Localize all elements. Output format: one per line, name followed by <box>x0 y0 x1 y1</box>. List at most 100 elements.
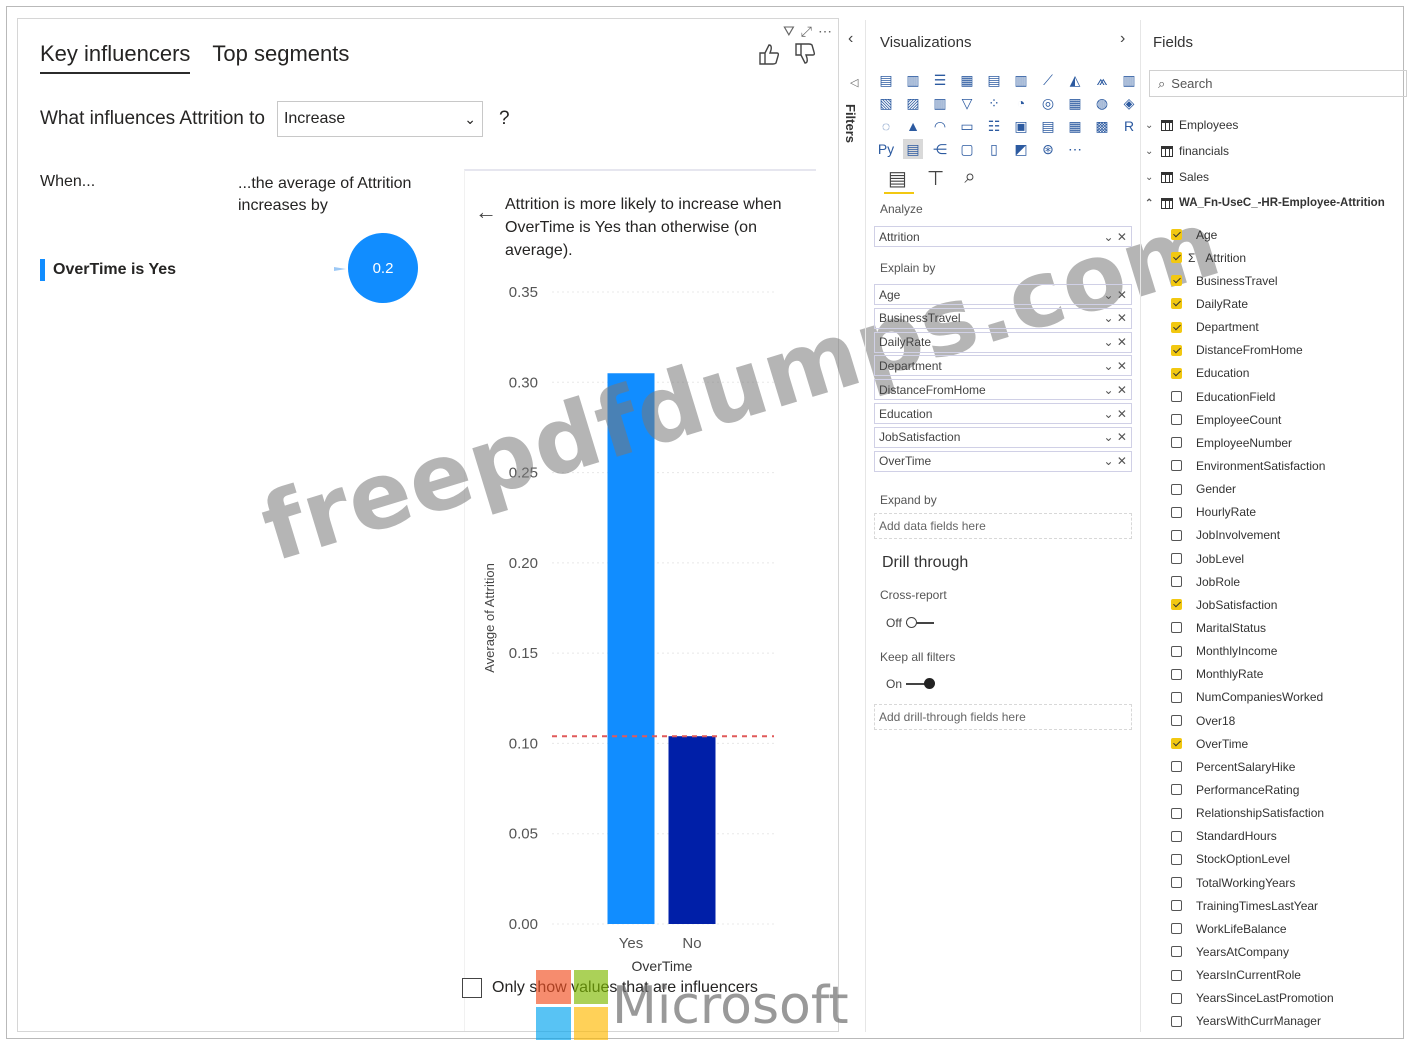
narrative-icon[interactable]: ▯ <box>984 139 1004 159</box>
direction-dropdown[interactable]: Increase ⌄ <box>276 101 483 137</box>
area-chart-icon[interactable]: ◭ <box>1065 70 1085 90</box>
field-checkbox[interactable] <box>1171 229 1182 241</box>
focus-mode-icon[interactable]: ⤢ <box>801 23 812 40</box>
well-controls[interactable]: ⌄ ✕ <box>1104 359 1127 373</box>
field-checkbox[interactable] <box>1171 784 1182 796</box>
field-checkbox[interactable] <box>1171 367 1182 379</box>
field-item[interactable]: OverTime <box>1171 732 1334 755</box>
field-checkbox[interactable] <box>1171 923 1182 935</box>
field-item[interactable]: BusinessTravel <box>1171 269 1334 292</box>
explain-by-field[interactable]: Age ⌄ ✕ <box>874 284 1132 305</box>
field-checkbox[interactable] <box>1171 691 1182 703</box>
stacked-bar-icon[interactable]: ▤ <box>876 70 896 90</box>
cross-report-toggle[interactable]: Off <box>886 616 934 630</box>
field-item[interactable]: EducationField <box>1171 385 1334 408</box>
filters-label[interactable]: Filters <box>843 104 858 143</box>
qa-icon[interactable]: ▢ <box>957 139 977 159</box>
field-checkbox[interactable] <box>1171 506 1182 518</box>
field-checkbox[interactable] <box>1171 460 1182 472</box>
field-checkbox[interactable] <box>1171 344 1182 356</box>
explain-by-field[interactable]: OverTime ⌄ ✕ <box>874 450 1132 472</box>
more-visuals-icon[interactable]: ⋯ <box>1065 139 1085 159</box>
table-financials[interactable]: ⌄ financials <box>1145 138 1385 164</box>
field-item[interactable]: Department <box>1171 316 1334 339</box>
field-item[interactable]: Age <box>1171 223 1334 246</box>
map-icon[interactable]: ◍ <box>1092 93 1112 113</box>
table-sales[interactable]: ⌄ Sales <box>1145 164 1385 190</box>
filter-icon[interactable]: ⛛ <box>783 23 795 40</box>
field-checkbox[interactable] <box>1171 483 1182 495</box>
key-influencers-icon[interactable]: ▤ <box>903 139 923 159</box>
field-checkbox[interactable] <box>1171 738 1182 750</box>
well-controls[interactable]: ⌄ ✕ <box>1104 311 1127 325</box>
field-item[interactable]: StandardHours <box>1171 825 1334 848</box>
treemap-icon[interactable]: ▦ <box>1065 93 1085 113</box>
field-item[interactable]: YearsSinceLastPromotion <box>1171 987 1334 1010</box>
field-item[interactable]: DistanceFromHome <box>1171 339 1334 362</box>
well-controls[interactable]: ⌄ ✕ <box>1104 430 1127 444</box>
arcgis-icon[interactable]: ⊛ <box>1038 139 1058 159</box>
field-checkbox[interactable] <box>1171 1015 1182 1027</box>
expand-by-dropzone[interactable]: Add data fields here <box>874 513 1132 539</box>
slicer-icon[interactable]: ▤ <box>1038 116 1058 136</box>
field-checkbox[interactable] <box>1171 553 1182 565</box>
field-item[interactable]: Gender <box>1171 478 1334 501</box>
pie-chart-icon[interactable]: ◔ <box>1011 93 1031 113</box>
field-item[interactable]: WorkLifeBalance <box>1171 917 1334 940</box>
field-item[interactable]: MonthlyRate <box>1171 663 1334 686</box>
field-checkbox[interactable] <box>1171 599 1182 611</box>
fields-search-input[interactable]: ⌕ Search <box>1149 70 1407 97</box>
ribbon-chart-icon[interactable]: ▨ <box>903 93 923 113</box>
well-controls[interactable]: ⌄ ✕ <box>1104 335 1127 349</box>
drill-through-dropzone[interactable]: Add drill-through fields here <box>874 704 1132 730</box>
only-influencers-option[interactable]: Only show values that are influencers <box>462 978 758 998</box>
stacked-column-icon[interactable]: ▥ <box>903 70 923 90</box>
funnel-icon[interactable]: ▽ <box>957 93 977 113</box>
field-checkbox[interactable] <box>1171 946 1182 958</box>
field-item[interactable]: EmployeeNumber <box>1171 431 1334 454</box>
back-arrow-icon[interactable]: ← <box>475 199 497 225</box>
field-item[interactable]: HourlyRate <box>1171 501 1334 524</box>
clustered-column-icon[interactable]: ▦ <box>957 70 977 90</box>
field-checkbox[interactable] <box>1171 645 1182 657</box>
gauge-icon[interactable]: ◠ <box>930 116 950 136</box>
thumbs-down-icon[interactable] <box>792 41 818 67</box>
influence-value-bubble[interactable]: 0.2 <box>348 233 418 303</box>
expand-right-icon[interactable]: › <box>1120 30 1125 48</box>
table-hr-attrition[interactable]: ⌃ WA_Fn-UseC_-HR-Employee-Attrition <box>1145 190 1385 216</box>
field-checkbox[interactable] <box>1171 969 1182 981</box>
influencer-row[interactable]: OverTime is Yes <box>40 259 176 281</box>
filters-pane-collapsed[interactable]: ‹ ◁ Filters <box>840 20 866 1032</box>
field-item[interactable]: Over18 <box>1171 709 1334 732</box>
field-checkbox[interactable] <box>1171 900 1182 912</box>
field-checkbox[interactable] <box>1171 807 1182 819</box>
field-item[interactable]: DailyRate <box>1171 292 1334 315</box>
matrix-icon[interactable]: ▩ <box>1092 116 1112 136</box>
field-checkbox[interactable] <box>1171 437 1182 449</box>
table-icon[interactable]: ▦ <box>1065 116 1085 136</box>
field-checkbox[interactable] <box>1171 576 1182 588</box>
field-item[interactable]: MonthlyIncome <box>1171 640 1334 663</box>
field-item[interactable]: StockOptionLevel <box>1171 848 1334 871</box>
analyze-well[interactable]: Attrition ⌄ ✕ <box>874 226 1132 247</box>
field-checkbox[interactable] <box>1171 830 1182 842</box>
field-item[interactable]: PercentSalaryHike <box>1171 755 1334 778</box>
bar-100-icon[interactable]: ▤ <box>984 70 1004 90</box>
line-column-icon[interactable]: ▥ <box>1119 70 1139 90</box>
field-item[interactable]: Σ Attrition <box>1171 246 1334 269</box>
only-influencers-checkbox[interactable] <box>462 978 482 998</box>
line-stacked-column-icon[interactable]: ▧ <box>876 93 896 113</box>
explain-by-field[interactable]: JobSatisfaction ⌄ ✕ <box>874 426 1132 448</box>
well-controls[interactable]: ⌄ ✕ <box>1104 454 1127 468</box>
explain-by-field[interactable]: DailyRate ⌄ ✕ <box>874 331 1132 353</box>
explain-by-field[interactable]: BusinessTravel ⌄ ✕ <box>874 307 1132 329</box>
field-item[interactable]: YearsInCurrentRole <box>1171 964 1334 987</box>
field-checkbox[interactable] <box>1171 252 1182 264</box>
explain-by-field[interactable]: Department ⌄ ✕ <box>874 355 1132 377</box>
tab-key-influencers[interactable]: Key influencers <box>40 41 191 74</box>
field-item[interactable]: Education <box>1171 362 1334 385</box>
analytics-magnifier-icon[interactable]: ⌕ <box>964 166 975 191</box>
clustered-bar-icon[interactable]: ☰ <box>930 70 950 90</box>
keep-filters-toggle[interactable]: On <box>886 677 936 691</box>
field-checkbox[interactable] <box>1171 992 1182 1004</box>
